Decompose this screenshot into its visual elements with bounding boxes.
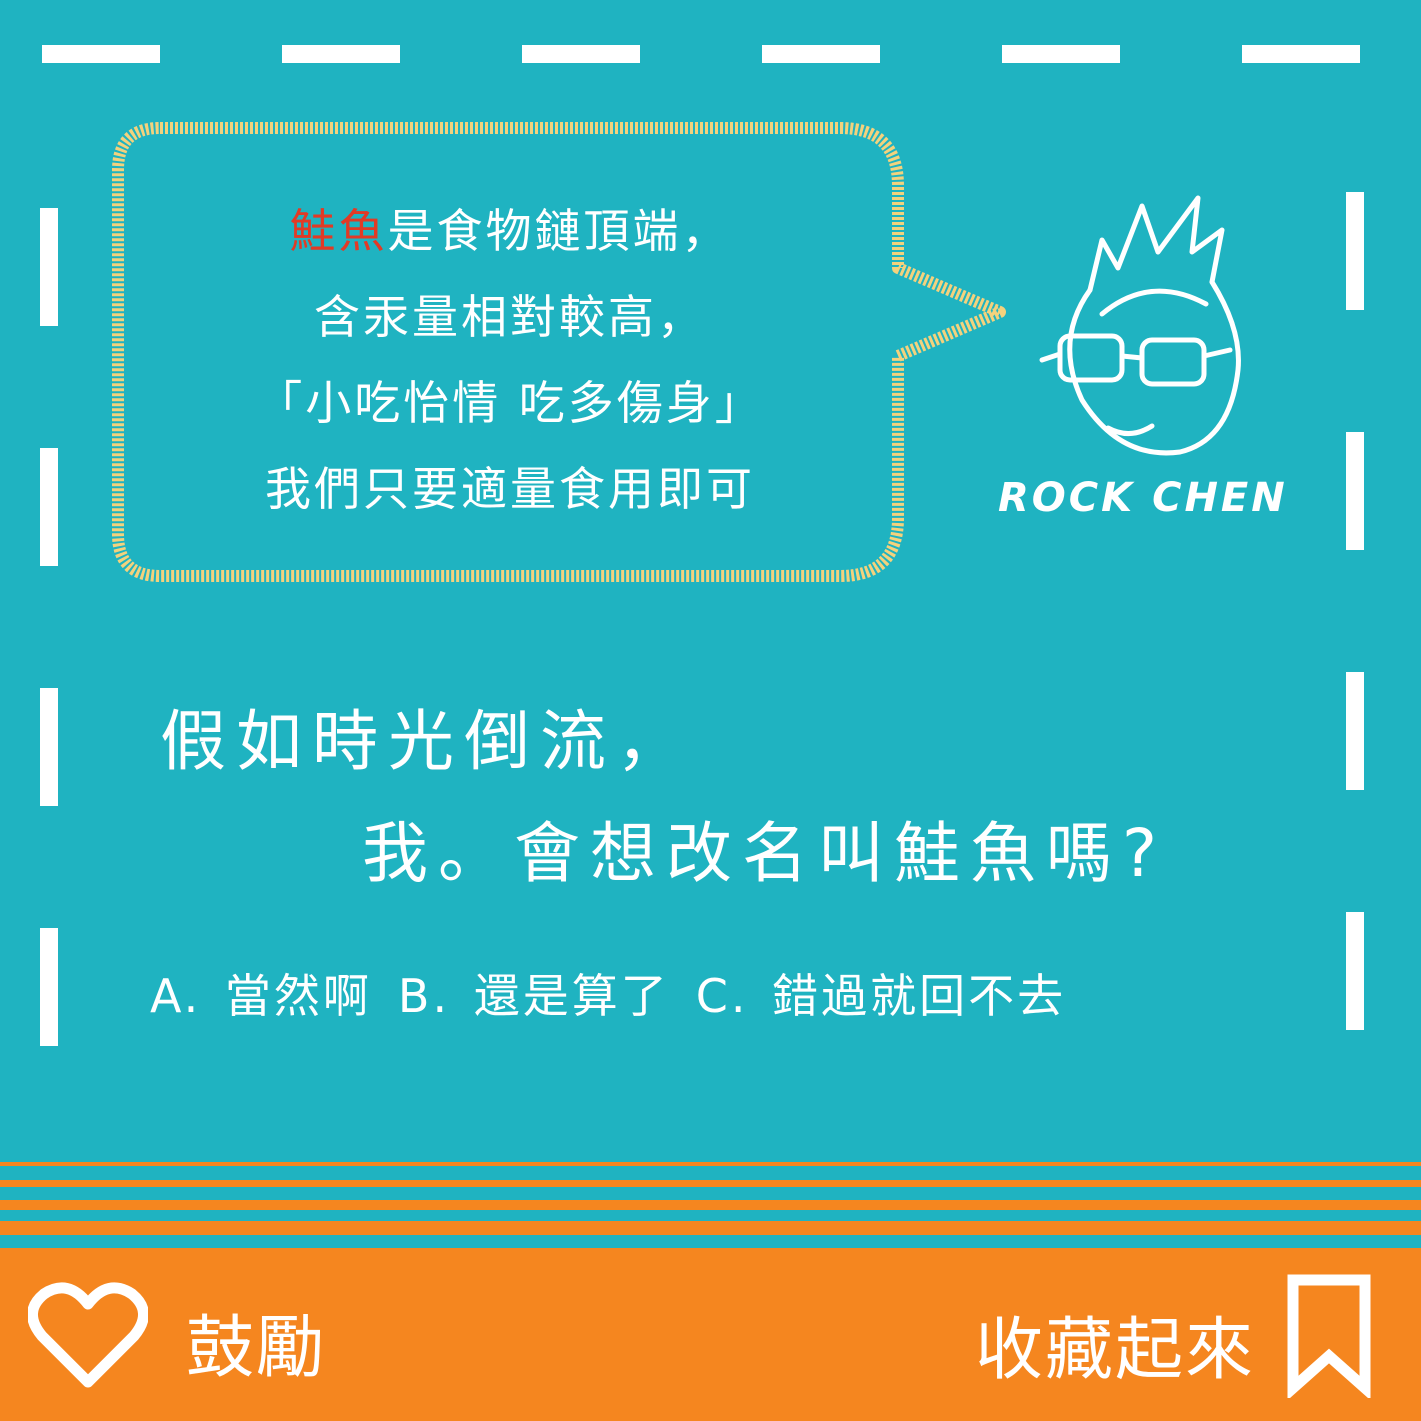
bubble-line-4: 我們只要適量食用即可: [265, 462, 755, 516]
bubble-line-3: 「小吃怡情 吃多傷身」: [256, 376, 764, 430]
bookmark-icon: [1287, 1274, 1371, 1398]
bubble-line-1: 鮭魚是食物鏈頂端，: [150, 188, 870, 274]
stripe-orange: [0, 1200, 1421, 1210]
bubble-line-2: 含汞量相對較高，: [314, 290, 706, 344]
save-button[interactable]: 收藏起來: [975, 1270, 1395, 1420]
like-button[interactable]: 鼓勵: [20, 1278, 350, 1398]
save-label: 收藏起來: [975, 1311, 1256, 1390]
highlight-salmon: 鮭魚: [289, 204, 388, 258]
bubble-line-1-rest: 是食物鏈頂端，: [387, 204, 731, 258]
options-row: A. 當然啊 B. 還是算了 C. 錯過就回不去: [150, 960, 1092, 1026]
post-canvas: 鮭魚是食物鏈頂端， 含汞量相對較高， 「小吃怡情 吃多傷身」 我們只要適量食用即…: [0, 0, 1421, 1421]
question-line-1: 假如時光倒流，: [160, 703, 692, 780]
stripe-orange: [0, 1162, 1421, 1166]
footer-bar: 鼓勵 收藏起來: [0, 1248, 1421, 1421]
speech-bubble-text: 鮭魚是食物鏈頂端， 含汞量相對較高， 「小吃怡情 吃多傷身」 我們只要適量食用即…: [150, 188, 870, 532]
stripe-orange: [0, 1180, 1421, 1187]
avatar-doodle-icon: [1039, 195, 1241, 456]
option-c: C. 錯過就回不去: [695, 969, 1067, 1023]
question-line-2: 我。會想改名叫鮭魚嗎?: [362, 815, 1168, 892]
stripe-orange: [0, 1221, 1421, 1235]
option-a: A. 當然啊: [150, 969, 372, 1023]
heart-icon: [28, 1282, 148, 1388]
logo-text: ROCK CHEN: [998, 475, 1288, 521]
like-label: 鼓勵: [186, 1309, 327, 1388]
option-b: B. 還是算了: [397, 969, 670, 1023]
